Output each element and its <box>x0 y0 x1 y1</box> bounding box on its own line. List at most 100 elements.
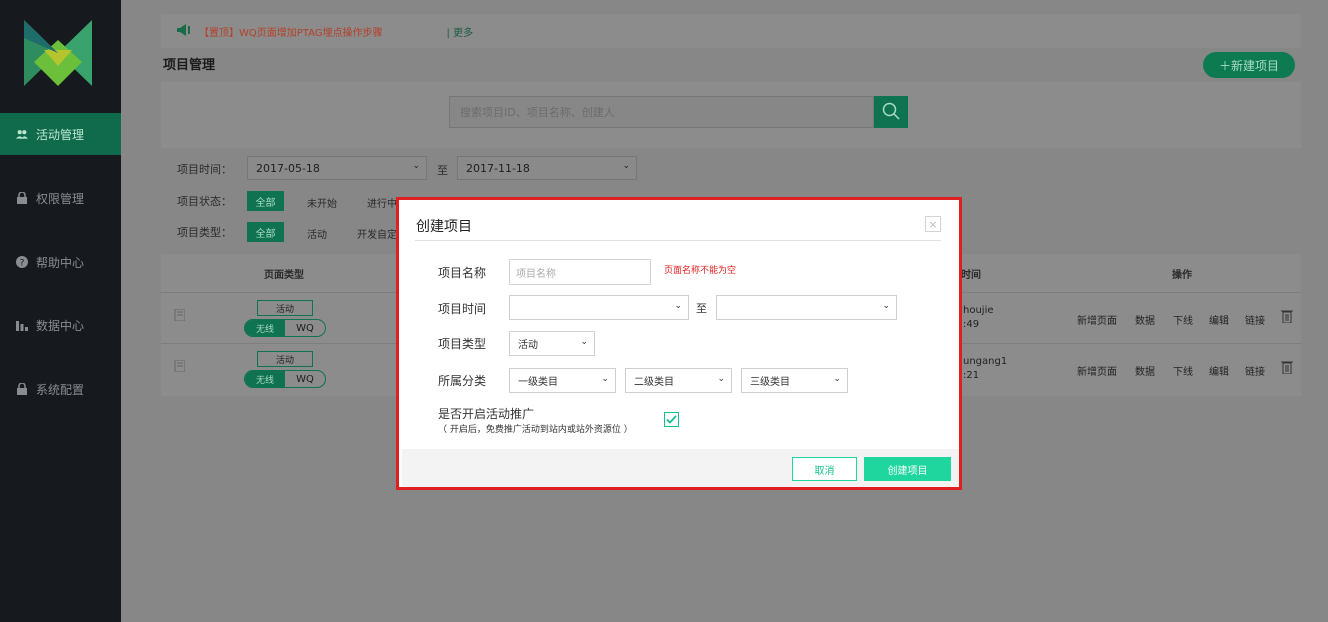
cancel-button[interactable]: 取消 <box>792 457 857 481</box>
document-icon <box>171 308 186 324</box>
lock-icon <box>16 383 28 395</box>
type-option-custom[interactable]: 开发自定 <box>357 226 397 241</box>
project-name-error: 页面名称不能为空 <box>664 266 737 276</box>
status-option-all[interactable]: 全部 <box>247 191 284 211</box>
svg-text:?: ? <box>20 259 25 269</box>
channel-toggle[interactable]: 无线 WQ <box>244 370 326 388</box>
notice-more-link[interactable]: | 更多 <box>447 24 474 39</box>
search-area: 搜索项目ID、项目名称、创建人 <box>161 82 1301 148</box>
toggle-wq[interactable]: WQ <box>285 320 325 336</box>
notice-bar: 【置顶】 WQ页面增加PTAG埋点操作步骤 | 更多 <box>161 14 1301 48</box>
new-project-button[interactable]: ＋新建项目 <box>1203 52 1295 78</box>
promotion-checkbox[interactable] <box>664 412 679 427</box>
project-type-value: 活动 <box>518 340 538 351</box>
trash-icon[interactable] <box>1281 309 1293 326</box>
action-edit[interactable]: 编辑 <box>1209 312 1229 327</box>
sidebar-item-help[interactable]: ? 帮助中心 <box>0 241 121 283</box>
app-root: 活动管理 权限管理 ? 帮助中心 数据中心 系统配置 【置顶】 WQ页面增加PT… <box>0 0 1328 622</box>
close-icon[interactable]: × <box>925 216 941 232</box>
action-add-page[interactable]: 新增页面 <box>1077 363 1117 378</box>
filter-status-label: 项目状态： <box>177 195 232 208</box>
sidebar: 活动管理 权限管理 ? 帮助中心 数据中心 系统配置 <box>0 0 121 622</box>
category2-select[interactable]: 二级类目 ⌄ <box>625 368 732 393</box>
toggle-wireless[interactable]: 无线 <box>245 371 285 387</box>
dialog-footer: 取消 创建项目 <box>402 449 959 487</box>
sidebar-item-permission[interactable]: 权限管理 <box>0 177 121 219</box>
end-date-value: 2017-11-18 <box>466 161 530 175</box>
sidebar-item-config[interactable]: 系统配置 <box>0 368 121 410</box>
project-end-time-select[interactable]: ⌄ <box>716 295 897 320</box>
users-icon <box>16 128 28 140</box>
action-edit[interactable]: 编辑 <box>1209 363 1229 378</box>
category2-value: 二级类目 <box>634 377 674 388</box>
chevron-down-icon: ⌄ <box>717 374 725 384</box>
action-link[interactable]: 链接 <box>1245 312 1265 327</box>
channel-toggle[interactable]: 无线 WQ <box>244 319 326 337</box>
time: :21 <box>963 370 980 381</box>
sidebar-item-label: 系统配置 <box>36 382 85 397</box>
sidebar-item-label: 帮助中心 <box>36 255 85 270</box>
notice-link[interactable]: WQ页面增加PTAG埋点操作步骤 <box>239 24 383 39</box>
trash-icon[interactable] <box>1281 360 1293 377</box>
header-time: 时间 <box>961 270 981 281</box>
category-label: 所属分类 <box>438 374 487 388</box>
toggle-wq[interactable]: WQ <box>285 371 325 387</box>
creator: houjie <box>963 305 994 316</box>
sidebar-item-label: 数据中心 <box>36 318 85 333</box>
dialog-title: 创建项目 <box>416 219 472 235</box>
filter-type-label: 项目类型： <box>177 226 232 239</box>
sidebar-item-label: 活动管理 <box>36 127 85 142</box>
action-offline[interactable]: 下线 <box>1173 312 1193 327</box>
start-date-value: 2017-05-18 <box>256 161 320 175</box>
sidebar-item-activity[interactable]: 活动管理 <box>0 113 121 155</box>
megaphone-icon <box>177 23 191 39</box>
type-tag: 活动 <box>257 351 313 367</box>
filter-start-date[interactable]: 2017-05-18 ⌄ <box>247 156 427 180</box>
project-type-label: 项目类型 <box>438 337 487 351</box>
project-name-input[interactable]: 项目名称 <box>509 259 651 285</box>
sidebar-item-label: 权限管理 <box>36 191 85 206</box>
category1-select[interactable]: 一级类目 ⌄ <box>509 368 616 393</box>
action-data[interactable]: 数据 <box>1135 312 1155 327</box>
project-time-label: 项目时间 <box>438 302 487 316</box>
status-option-ongoing[interactable]: 进行中 <box>367 195 397 210</box>
project-start-time-select[interactable]: ⌄ <box>509 295 689 320</box>
status-option-not-started[interactable]: 未开始 <box>307 195 337 210</box>
logo <box>24 20 92 86</box>
bar-chart-icon <box>16 319 28 331</box>
type-option-all[interactable]: 全部 <box>247 222 284 242</box>
action-data[interactable]: 数据 <box>1135 363 1155 378</box>
creator: ungang1 <box>963 356 1008 367</box>
action-add-page[interactable]: 新增页面 <box>1077 312 1117 327</box>
action-link[interactable]: 链接 <box>1245 363 1265 378</box>
toggle-wireless[interactable]: 无线 <box>245 320 285 336</box>
create-project-button[interactable]: 创建项目 <box>864 457 951 481</box>
check-icon <box>666 413 677 427</box>
chevron-down-icon: ⌄ <box>882 301 890 311</box>
promotion-label: 是否开启活动推广 <box>438 407 535 421</box>
header-page-type: 页面类型 <box>264 270 304 281</box>
category3-value: 三级类目 <box>750 377 790 388</box>
type-option-activity[interactable]: 活动 <box>307 226 327 241</box>
category1-value: 一级类目 <box>518 377 558 388</box>
divider <box>415 240 941 241</box>
chevron-down-icon: ⌄ <box>601 374 609 384</box>
search-icon <box>882 102 900 123</box>
chevron-down-icon: ⌄ <box>674 301 682 311</box>
filter-end-date[interactable]: 2017-11-18 ⌄ <box>457 156 637 180</box>
action-offline[interactable]: 下线 <box>1173 363 1193 378</box>
filter-time-label: 项目时间： <box>177 163 232 176</box>
document-icon <box>171 359 186 375</box>
question-icon: ? <box>16 256 28 268</box>
header-actions: 操作 <box>1172 270 1192 281</box>
time-to: 至 <box>696 302 707 315</box>
time: :49 <box>963 319 980 330</box>
promotion-hint: （ 开启后，免费推广活动到站内或站外资源位 ） <box>438 425 633 435</box>
project-type-select[interactable]: 活动 ⌄ <box>509 331 595 356</box>
chevron-down-icon: ⌄ <box>412 161 420 171</box>
search-button[interactable] <box>874 96 908 128</box>
chevron-down-icon: ⌄ <box>833 374 841 384</box>
sidebar-item-data[interactable]: 数据中心 <box>0 304 121 346</box>
category3-select[interactable]: 三级类目 ⌄ <box>741 368 848 393</box>
search-input[interactable]: 搜索项目ID、项目名称、创建人 <box>449 96 874 128</box>
